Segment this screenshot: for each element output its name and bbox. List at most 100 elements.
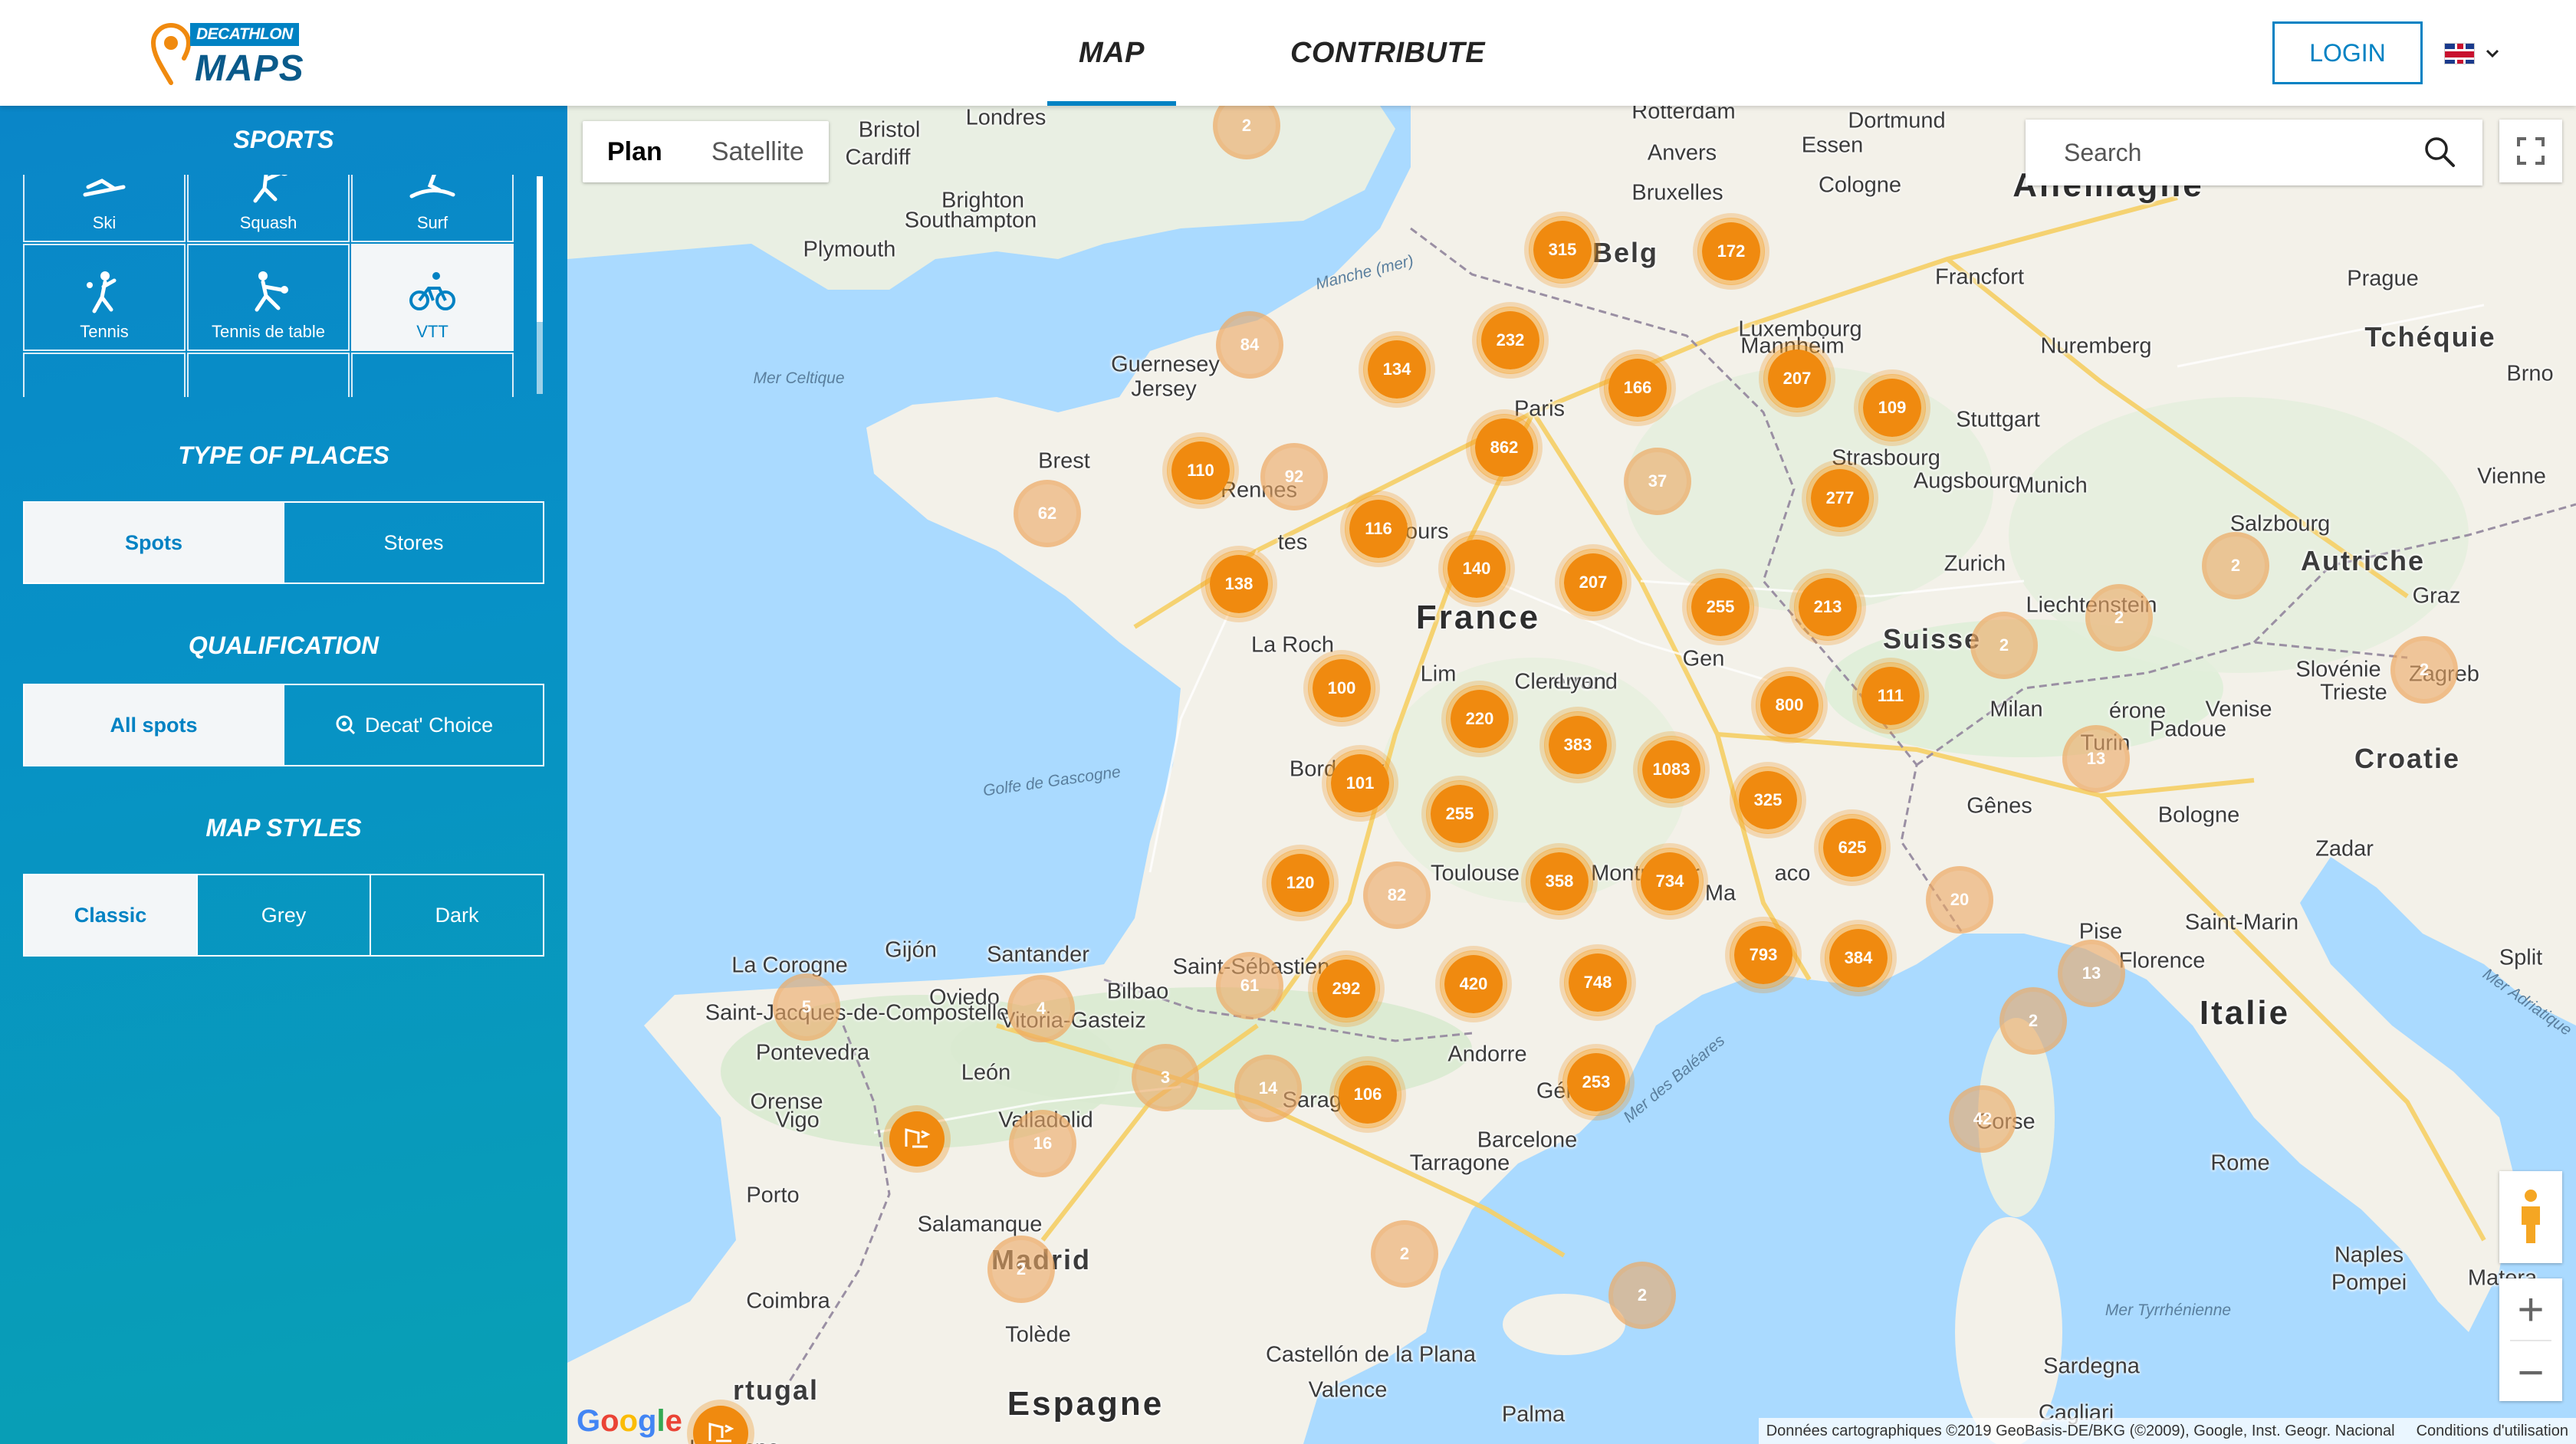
- qualification-decat-choice-button[interactable]: Decat' Choice: [284, 685, 543, 765]
- spot-cluster-marker[interactable]: 20: [1926, 866, 1993, 934]
- spot-cluster-marker[interactable]: 625: [1819, 814, 1886, 881]
- spot-cluster-marker[interactable]: 862: [1470, 414, 1538, 481]
- spot-cluster-marker[interactable]: 277: [1806, 464, 1874, 532]
- places-spots-button[interactable]: Spots: [25, 503, 284, 583]
- spot-cluster-marker[interactable]: 213: [1794, 573, 1861, 641]
- spot-cluster-marker[interactable]: 793: [1730, 921, 1797, 989]
- spot-marker[interactable]: [889, 1111, 945, 1167]
- sport-tile-tennis[interactable]: Tennis: [23, 244, 186, 351]
- spot-cluster-marker[interactable]: 2: [1999, 987, 2067, 1055]
- sports-grid[interactable]: Ski Squash Surf Tennis Tennis de table V…: [23, 175, 514, 397]
- spot-cluster-marker[interactable]: 255: [1426, 780, 1493, 848]
- spot-cluster-marker[interactable]: 100: [1308, 655, 1375, 722]
- spot-cluster-marker[interactable]: 37: [1624, 448, 1691, 515]
- google-logo[interactable]: Google: [577, 1404, 682, 1439]
- spot-cluster-marker[interactable]: 420: [1440, 950, 1507, 1018]
- logo-brand-bottom: MAPS: [195, 48, 304, 89]
- spot-cluster-marker[interactable]: 172: [1697, 218, 1765, 285]
- spot-cluster-marker[interactable]: 3: [1132, 1044, 1199, 1111]
- spot-cluster-marker[interactable]: 2: [1970, 612, 2038, 679]
- spot-cluster-marker[interactable]: 109: [1858, 374, 1926, 441]
- sport-tile-wakeboard[interactable]: [187, 353, 350, 397]
- spot-cluster-marker[interactable]: 2: [2085, 584, 2153, 651]
- spot-cluster-marker[interactable]: 4: [1007, 975, 1075, 1042]
- spot-cluster-marker[interactable]: 5: [773, 973, 840, 1041]
- spot-cluster-marker[interactable]: 84: [1216, 311, 1283, 379]
- spot-cluster-marker[interactable]: 734: [1636, 848, 1704, 915]
- sport-tile-triathlon[interactable]: [23, 353, 186, 397]
- spot-cluster-marker[interactable]: 110: [1167, 437, 1234, 504]
- spot-cluster-marker[interactable]: 232: [1477, 307, 1544, 374]
- style-classic-button[interactable]: Classic: [25, 875, 198, 955]
- spot-cluster-marker[interactable]: 748: [1564, 949, 1631, 1016]
- map-type-plan-button[interactable]: Plan: [583, 121, 687, 182]
- spot-cluster-marker[interactable]: 13: [2062, 725, 2130, 793]
- spot-cluster-marker[interactable]: 134: [1363, 336, 1431, 403]
- spot-cluster-marker[interactable]: 92: [1260, 443, 1328, 510]
- spot-cluster-marker[interactable]: 220: [1446, 685, 1513, 753]
- search-icon[interactable]: [2423, 135, 2456, 169]
- spot-cluster-marker[interactable]: 255: [1687, 573, 1754, 641]
- spot-cluster-marker[interactable]: 62: [1014, 480, 1081, 547]
- sport-tile-squash[interactable]: Squash: [187, 175, 350, 242]
- spot-cluster-marker[interactable]: 166: [1604, 354, 1671, 422]
- map-label: La Corogne: [731, 953, 848, 978]
- spot-cluster-marker[interactable]: 82: [1363, 861, 1431, 929]
- spot-cluster-marker[interactable]: 120: [1267, 849, 1334, 917]
- spot-cluster-marker[interactable]: 325: [1734, 766, 1802, 834]
- spot-cluster-marker[interactable]: 138: [1205, 550, 1273, 618]
- spot-cluster-marker[interactable]: 1083: [1638, 736, 1705, 803]
- spot-cluster-marker[interactable]: 13: [2058, 940, 2125, 1007]
- sport-tile-ski[interactable]: Ski: [23, 175, 186, 242]
- map-label: Espagne: [1007, 1385, 1165, 1423]
- map-search-box[interactable]: Search: [2026, 120, 2482, 185]
- street-view-pegman[interactable]: [2499, 1171, 2562, 1263]
- login-button[interactable]: LOGIN: [2272, 21, 2423, 84]
- nav-tab-map[interactable]: MAP: [1047, 0, 1176, 106]
- fullscreen-button[interactable]: [2499, 120, 2562, 182]
- spot-cluster-marker[interactable]: 384: [1825, 924, 1892, 992]
- map-type-satellite-button[interactable]: Satellite: [687, 121, 829, 182]
- map-label: Bruxelles: [1631, 180, 1723, 205]
- spot-cluster-marker[interactable]: 800: [1756, 671, 1823, 739]
- spot-cluster-marker[interactable]: 116: [1345, 495, 1412, 563]
- decathlon-maps-logo[interactable]: DECATHLON MAPS: [150, 17, 304, 90]
- nav-tab-contribute[interactable]: CONTRIBUTE: [1273, 0, 1503, 106]
- style-dark-button[interactable]: Dark: [371, 875, 543, 955]
- map-label: Tarragone: [1409, 1150, 1510, 1176]
- spot-cluster-marker[interactable]: 111: [1857, 662, 1924, 730]
- spot-cluster-marker[interactable]: 106: [1334, 1061, 1401, 1128]
- zoom-in-button[interactable]: +: [2499, 1278, 2562, 1340]
- spot-cluster-marker[interactable]: 61: [1216, 952, 1283, 1019]
- spot-cluster-marker[interactable]: 2: [987, 1236, 1055, 1303]
- spot-cluster-marker[interactable]: 2: [2390, 636, 2458, 704]
- sports-scrollbar-thumb[interactable]: [537, 176, 543, 322]
- spot-cluster-marker[interactable]: 383: [1544, 711, 1612, 779]
- spot-cluster-marker[interactable]: 140: [1443, 535, 1510, 602]
- spot-cluster-marker[interactable]: 2: [2202, 532, 2269, 599]
- spot-cluster-marker[interactable]: 16: [1009, 1110, 1076, 1177]
- sport-tile-vtt[interactable]: VTT: [351, 244, 514, 351]
- style-grey-button[interactable]: Grey: [198, 875, 371, 955]
- spot-cluster-marker[interactable]: 358: [1526, 848, 1593, 915]
- spot-cluster-marker[interactable]: 315: [1529, 216, 1596, 284]
- qualification-all-spots-button[interactable]: All spots: [25, 685, 284, 765]
- terms-link[interactable]: Conditions d'utilisation: [2417, 1423, 2568, 1440]
- language-selector[interactable]: [2444, 43, 2501, 64]
- sport-tile-table-tennis[interactable]: Tennis de table: [187, 244, 350, 351]
- spot-cluster-marker[interactable]: 14: [1234, 1055, 1302, 1122]
- map-canvas[interactable]: Londres Bristol Cardiff Brighton Southampton…: [567, 106, 2576, 1444]
- sport-tile-surf[interactable]: Surf: [351, 175, 514, 242]
- sport-tile-climbing[interactable]: [351, 353, 514, 397]
- spot-cluster-marker[interactable]: 101: [1326, 750, 1394, 817]
- spot-cluster-marker[interactable]: 42: [1949, 1085, 2016, 1153]
- spot-cluster-marker[interactable]: 2: [1371, 1220, 1438, 1288]
- spot-cluster-marker[interactable]: 207: [1763, 345, 1831, 412]
- zoom-out-button[interactable]: −: [2499, 1341, 2562, 1403]
- map-label: Castellón de la Plana: [1265, 1342, 1477, 1367]
- spot-cluster-marker[interactable]: 253: [1562, 1049, 1630, 1116]
- spot-cluster-marker[interactable]: 292: [1313, 955, 1380, 1022]
- places-stores-button[interactable]: Stores: [284, 503, 543, 583]
- spot-cluster-marker[interactable]: 207: [1559, 549, 1627, 616]
- spot-cluster-marker[interactable]: 2: [1608, 1262, 1676, 1329]
